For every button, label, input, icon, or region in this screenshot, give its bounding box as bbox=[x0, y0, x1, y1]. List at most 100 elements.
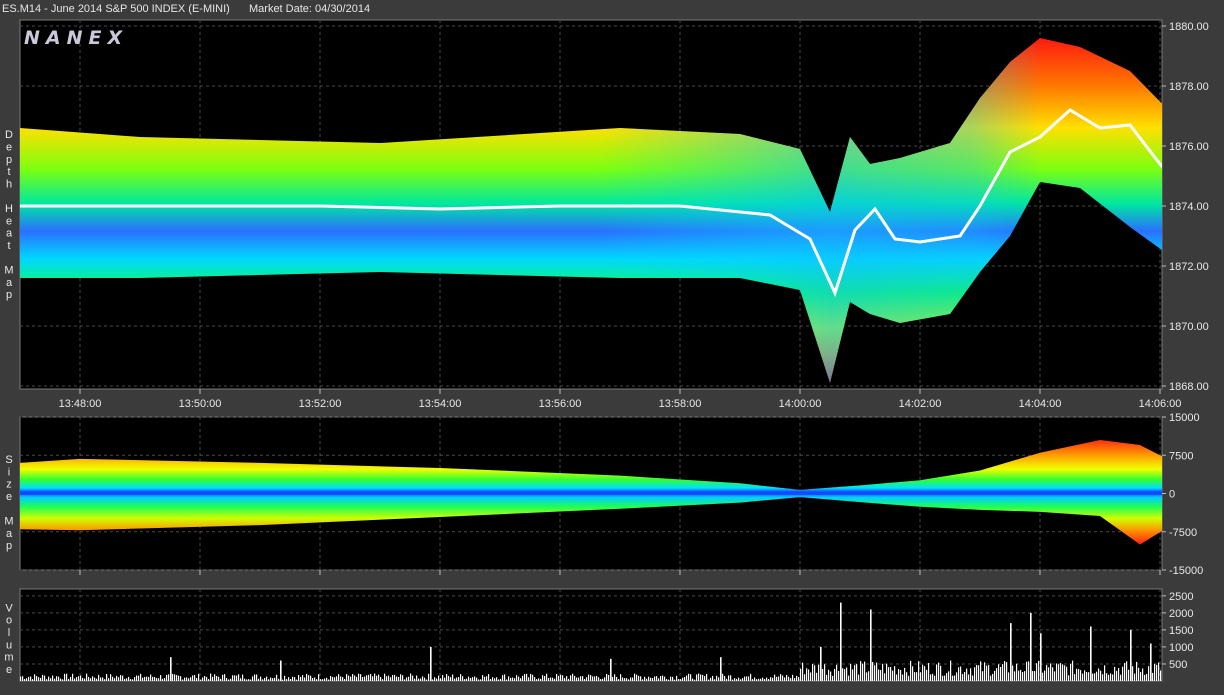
volume-bar bbox=[1126, 661, 1128, 681]
volume-bar bbox=[316, 679, 318, 681]
volume-bar bbox=[538, 678, 540, 681]
time-tick-label: 13:56:00 bbox=[539, 398, 582, 410]
volume-bar bbox=[324, 678, 326, 681]
volume-bar bbox=[618, 679, 620, 681]
volume-bar bbox=[1048, 667, 1050, 681]
volume-bar bbox=[972, 675, 974, 681]
volume-bar bbox=[772, 677, 774, 681]
volume-bar bbox=[518, 676, 520, 681]
volume-bar bbox=[34, 674, 36, 681]
volume-bar bbox=[800, 668, 802, 681]
volume-bar bbox=[732, 679, 734, 681]
volume-bar bbox=[238, 674, 240, 681]
volume-bar bbox=[486, 676, 488, 681]
volume-bar bbox=[390, 677, 392, 681]
volume-bar bbox=[310, 675, 312, 681]
volume-bar bbox=[798, 676, 800, 681]
volume-bar bbox=[272, 678, 274, 681]
volume-bar bbox=[634, 673, 636, 681]
volume-bar bbox=[504, 674, 506, 681]
volume-bar bbox=[546, 673, 548, 681]
volume-bar bbox=[192, 675, 194, 681]
volume-bar bbox=[94, 677, 96, 681]
volume-bar bbox=[360, 674, 362, 681]
volume-bar bbox=[664, 676, 666, 681]
volume-bar bbox=[434, 677, 436, 681]
volume-bar bbox=[320, 679, 322, 681]
volume-bar bbox=[590, 675, 592, 681]
volume-bar bbox=[966, 668, 968, 681]
volume-bar bbox=[976, 665, 978, 681]
volume-bar bbox=[268, 679, 270, 681]
volume-bar bbox=[916, 672, 918, 681]
volume-bar bbox=[498, 679, 500, 681]
volume-bar bbox=[526, 673, 528, 681]
volume-bar bbox=[184, 677, 186, 681]
volume-bar bbox=[226, 678, 228, 681]
volume-bar bbox=[222, 674, 224, 681]
volume-bar bbox=[1144, 674, 1146, 681]
volume-spike bbox=[610, 658, 612, 681]
size-y-tick-label: -7500 bbox=[1169, 527, 1197, 539]
volume-bar bbox=[178, 675, 180, 681]
size-map-label-letter: e bbox=[6, 491, 12, 503]
volume-bar bbox=[528, 677, 530, 681]
volume-bar bbox=[898, 669, 900, 681]
volume-bar bbox=[74, 678, 76, 681]
volume-bar bbox=[180, 676, 182, 681]
volume-bar bbox=[350, 676, 352, 681]
volume-bar bbox=[960, 666, 962, 681]
volume-bar bbox=[54, 678, 56, 681]
volume-bar bbox=[1156, 664, 1158, 681]
volume-bar bbox=[680, 679, 682, 681]
volume-bar bbox=[340, 676, 342, 681]
volume-axis: 2500 2000 1500 1000 500 bbox=[1162, 591, 1193, 671]
volume-bar bbox=[578, 677, 580, 681]
volume-bar bbox=[284, 675, 286, 681]
depth-y-tick-label: 1868.00 bbox=[1169, 381, 1209, 393]
volume-bar bbox=[722, 673, 724, 681]
volume-bar bbox=[370, 674, 372, 681]
volume-bar bbox=[326, 677, 328, 681]
volume-bar bbox=[880, 670, 882, 681]
volume-bar bbox=[1138, 667, 1140, 681]
volume-bar bbox=[494, 678, 496, 681]
volume-bar bbox=[632, 677, 634, 681]
volume-bar bbox=[730, 675, 732, 681]
volume-bar bbox=[678, 679, 680, 681]
volume-bar bbox=[1012, 665, 1014, 681]
volume-bar bbox=[194, 675, 196, 681]
volume-bar bbox=[812, 663, 814, 681]
volume-bar bbox=[640, 676, 642, 681]
volume-bar bbox=[764, 678, 766, 681]
volume-bar bbox=[778, 676, 780, 681]
volume-bar bbox=[950, 660, 952, 681]
volume-bar bbox=[80, 675, 82, 681]
volume-bar bbox=[830, 671, 832, 681]
volume-bar bbox=[790, 678, 792, 681]
volume-bar bbox=[436, 678, 438, 681]
volume-bar bbox=[278, 678, 280, 681]
volume-bar bbox=[620, 674, 622, 681]
volume-bar bbox=[846, 667, 848, 681]
volume-bar bbox=[372, 676, 374, 681]
volume-bar bbox=[814, 665, 816, 681]
volume-bar bbox=[844, 669, 846, 681]
volume-bar bbox=[506, 679, 508, 681]
time-tick-label: 13:48:00 bbox=[59, 398, 102, 410]
volume-bar bbox=[142, 677, 144, 681]
volume-bar bbox=[424, 677, 426, 681]
volume-spike bbox=[1030, 612, 1032, 681]
volume-bar bbox=[476, 677, 478, 681]
volume-bar bbox=[864, 661, 866, 681]
volume-bar bbox=[866, 672, 868, 681]
volume-bar bbox=[926, 669, 928, 681]
volume-bar bbox=[1100, 670, 1102, 681]
volume-bar bbox=[554, 678, 556, 681]
volume-bar bbox=[472, 677, 474, 681]
volume-bar bbox=[232, 675, 234, 681]
volume-bar bbox=[168, 674, 170, 681]
volume-bar bbox=[1020, 669, 1022, 681]
volume-bar bbox=[676, 675, 678, 681]
volume-bar bbox=[190, 677, 192, 681]
